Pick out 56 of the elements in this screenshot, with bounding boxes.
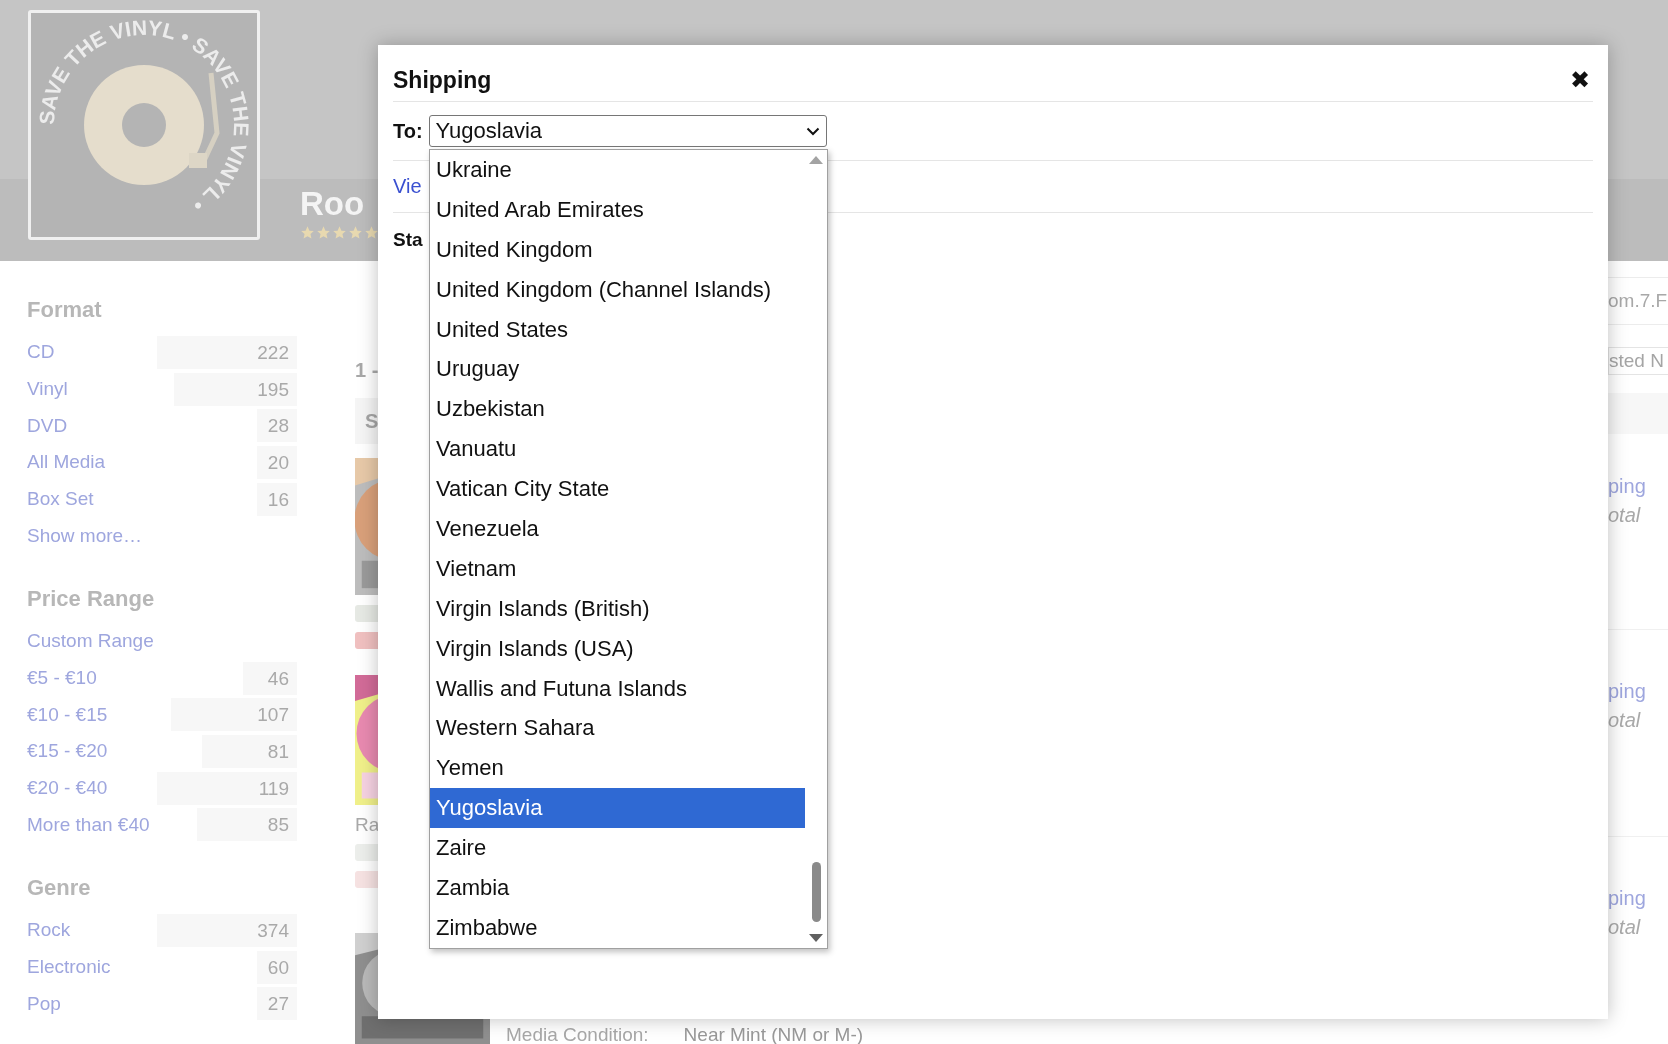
results-range: 1 - — [355, 358, 379, 383]
star-icon — [316, 225, 331, 240]
dialog-title: Shipping — [393, 66, 492, 94]
filter-count: 195 — [174, 372, 297, 406]
country-select[interactable]: Yugoslavia — [428, 115, 827, 147]
country-option[interactable]: Vietnam — [430, 548, 805, 589]
scroll-down-icon — [809, 934, 823, 942]
country-option[interactable]: Uruguay — [430, 349, 805, 390]
section-label: Sta — [393, 229, 423, 251]
filter-heading: Genre — [27, 875, 92, 902]
country-option[interactable]: Yugoslavia — [430, 788, 805, 829]
filter-count: 374 — [157, 913, 297, 947]
country-option[interactable]: Wallis and Futuna Islands — [430, 668, 805, 709]
total-text: otal — [1608, 707, 1641, 733]
filter-heading: Format — [27, 297, 103, 323]
store-name: Roo — [300, 185, 365, 223]
listing-caption: Ra — [355, 814, 380, 836]
condition-label: Media Condition: — [506, 1025, 649, 1044]
close-button[interactable]: ✖ — [1566, 66, 1593, 94]
country-option[interactable]: United Arab Emirates — [430, 189, 805, 230]
country-option[interactable]: United States — [430, 309, 805, 350]
country-option[interactable]: Zaire — [430, 828, 805, 869]
total-text: otal — [1608, 502, 1641, 528]
country-option[interactable]: Zimbabwe — [430, 907, 805, 948]
country-option[interactable]: Vatican City State — [430, 469, 805, 509]
filter-count: 81 — [201, 734, 297, 768]
country-option[interactable]: Virgin Islands (British) — [430, 588, 805, 629]
filter-count: 60 — [257, 950, 297, 984]
filter-count: 28 — [257, 409, 297, 443]
country-option[interactable]: United Kingdom (Channel Islands) — [430, 269, 805, 310]
filter-heading: Price Range — [27, 586, 156, 613]
total-text: otal — [1608, 915, 1641, 941]
view-link[interactable]: Vie — [393, 175, 422, 198]
country-option[interactable]: United Kingdom — [430, 229, 805, 270]
country-option[interactable]: Venezuela — [430, 509, 805, 549]
country-option[interactable]: Ukraine — [430, 150, 805, 190]
filter-count: 46 — [242, 661, 297, 695]
country-option[interactable]: Virgin Islands (USA) — [430, 628, 805, 669]
filter-count: 20 — [257, 445, 297, 479]
star-icon — [332, 225, 347, 240]
scrollbar-thumb[interactable] — [812, 862, 821, 922]
star-icon — [348, 225, 363, 240]
country-option[interactable]: Zambia — [430, 868, 805, 908]
country-option[interactable]: Yemen — [430, 748, 805, 789]
filter-count: 16 — [257, 482, 297, 516]
filter-count: 85 — [197, 808, 297, 842]
filter-count: 107 — [171, 698, 297, 732]
filter-count: 222 — [157, 335, 297, 369]
filter-count: 27 — [257, 987, 297, 1021]
star-icon — [300, 225, 315, 240]
chevron-down-icon — [805, 126, 820, 136]
star-icon — [364, 225, 379, 240]
filter-count: 119 — [157, 771, 297, 805]
country-option[interactable]: Western Sahara — [430, 708, 805, 749]
field-label: To: — [393, 119, 423, 143]
scroll-up-icon — [809, 156, 823, 164]
